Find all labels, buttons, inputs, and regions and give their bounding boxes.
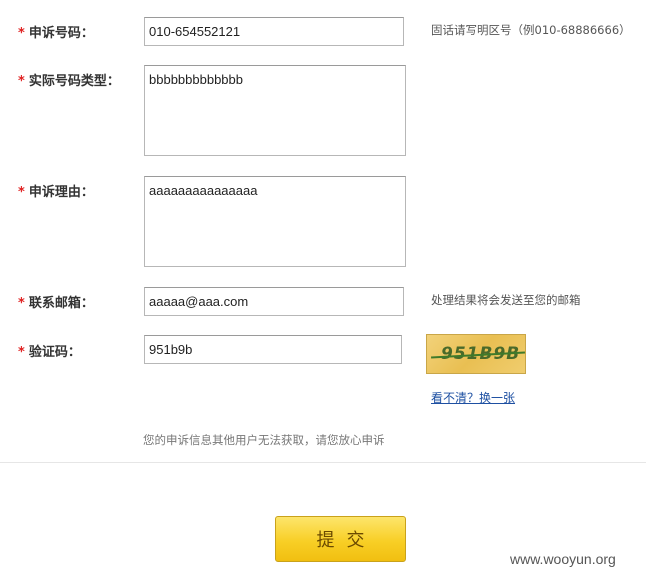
captcha-input[interactable] — [144, 335, 402, 364]
email-input[interactable] — [144, 287, 404, 316]
email-label: * 联系邮箱： — [18, 296, 94, 311]
actual-type-label: * 实际号码类型： — [18, 74, 120, 89]
submit-button[interactable]: 提交 — [275, 516, 406, 562]
required-mark: * — [18, 185, 25, 200]
reason-label: * 申诉理由： — [18, 185, 94, 200]
phone-label: * 申诉号码： — [18, 26, 94, 41]
email-hint: 处理结果将会发送至您的邮箱 — [431, 293, 581, 307]
captcha-image[interactable]: 951B9B — [426, 334, 526, 374]
privacy-note: 您的申诉信息其他用户无法获取，请您放心申诉 — [143, 433, 385, 447]
phone-input[interactable] — [144, 17, 404, 46]
divider — [0, 462, 646, 463]
actual-type-textarea[interactable]: bbbbbbbbbbbbb — [144, 65, 406, 156]
required-mark: * — [18, 345, 25, 360]
watermark: www.wooyun.org — [510, 551, 616, 567]
reason-textarea[interactable]: aaaaaaaaaaaaaaa — [144, 176, 406, 267]
phone-hint: 固话请写明区号（例010-68886666） — [431, 23, 631, 37]
captcha-label: * 验证码： — [18, 345, 81, 360]
required-mark: * — [18, 74, 25, 89]
required-mark: * — [18, 26, 25, 41]
captcha-refresh-link[interactable]: 看不清？换一张 — [431, 389, 515, 406]
required-mark: * — [18, 296, 25, 311]
